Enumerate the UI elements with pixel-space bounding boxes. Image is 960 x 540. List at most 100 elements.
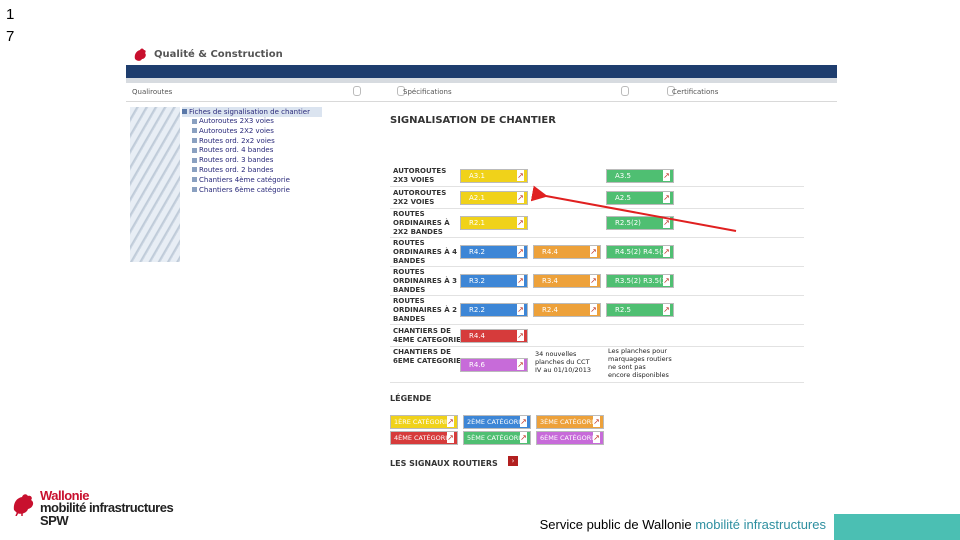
tree-item[interactable]: Chantiers 4ème catégorie — [192, 176, 322, 186]
square-bullet-icon — [182, 109, 187, 114]
legend-item[interactable]: 1ÈRE CATÉGORIE ↗ — [390, 415, 458, 429]
external-link-icon: ↗ — [663, 217, 670, 228]
table-row: AUTOROUTES 2X2 VOIES A2.1 ↗ A2.5 ↗ — [390, 187, 804, 209]
square-bullet-icon — [192, 167, 197, 173]
site-header: Qualité & Construction — [126, 45, 837, 65]
footer-accent-bar — [834, 514, 960, 540]
brand-spw: SPW — [40, 513, 69, 528]
external-link-icon: ↗ — [663, 275, 670, 286]
row-label: ROUTES ORDINAIRES À 2 BANDES — [393, 297, 458, 323]
plan-code: R2.5(2) — [615, 219, 641, 227]
plan-code: R4.4 — [542, 248, 558, 256]
tree-item[interactable]: Routes ord. 3 bandes — [192, 156, 322, 166]
plan-link-button[interactable]: R4.2 ↗ — [460, 245, 528, 259]
tree-item[interactable]: Autoroutes 2X2 voies — [192, 127, 322, 137]
legend-label: 6ÈME CATÉGORIE — [540, 434, 598, 442]
tree-root[interactable]: Fiches de signalisation de chantier — [182, 107, 322, 117]
legend-label: 1ÈRE CATÉGORIE — [394, 418, 451, 426]
tree-item[interactable]: Chantiers 6ème catégorie — [192, 186, 322, 196]
plan-code: R3.5(2) R3.5(3) — [615, 277, 670, 285]
external-link-icon: ↗ — [447, 432, 454, 443]
legend-item[interactable]: 5ÈME CATÉGORIE ↗ — [463, 431, 531, 445]
nav-divider-icon — [621, 86, 629, 96]
table-row: CHANTIERS DE 6EME CATEGORIE R4.6 ↗ — [390, 347, 804, 383]
plan-code: R4.6 — [469, 361, 485, 369]
plan-link-button[interactable]: R4.4 ↗ — [460, 329, 528, 343]
external-link-icon: ↗ — [593, 432, 600, 443]
site-nav: Qualiroutes Spécifications Certification… — [126, 83, 837, 102]
external-link-icon: ↗ — [590, 246, 597, 257]
plan-code: A2.1 — [469, 194, 485, 202]
plan-link-button[interactable]: R4.4 ↗ — [533, 245, 601, 259]
square-bullet-icon — [192, 128, 197, 134]
tree-item[interactable]: Autoroutes 2X3 voies — [192, 117, 322, 127]
rooster-icon — [13, 494, 34, 516]
external-link-icon: ↗ — [663, 304, 670, 315]
external-link-icon: ↗ — [517, 170, 524, 181]
plan-code: A2.5 — [615, 194, 631, 202]
external-link-icon: ↗ — [590, 304, 597, 315]
row-label: CHANTIERS DE 6EME CATEGORIE — [393, 348, 461, 365]
plan-link-button[interactable]: R2.5(2) ↗ — [606, 216, 674, 230]
external-link-icon: ↗ — [590, 275, 597, 286]
footer-text: Service public de Wallonie mobilité infr… — [539, 517, 826, 532]
nav-certifications[interactable]: Certifications — [672, 88, 718, 96]
square-bullet-icon — [192, 147, 197, 153]
external-link-icon: ↗ — [517, 217, 524, 228]
plan-code: A3.1 — [469, 172, 485, 180]
legend-item[interactable]: 4ÈME CATÉGORIE ↗ — [390, 431, 458, 445]
plan-link-button[interactable]: R3.2 ↗ — [460, 274, 528, 288]
nav-qualiroutes[interactable]: Qualiroutes — [132, 88, 172, 96]
external-link-icon: ↗ — [593, 416, 600, 427]
external-link-icon: ↗ — [517, 275, 524, 286]
tree-item[interactable]: Routes ord. 2x2 voies — [192, 137, 322, 147]
external-link-icon: ↗ — [517, 359, 524, 370]
row-label: ROUTES ORDINAIRES À 4 BANDES — [393, 239, 458, 265]
legend-label: 4ÈME CATÉGORIE — [394, 434, 452, 442]
plan-link-button[interactable]: R3.5(2) R3.5(3) ↗ — [606, 274, 674, 288]
plan-link-button[interactable]: R3.4 ↗ — [533, 274, 601, 288]
square-bullet-icon — [192, 138, 197, 144]
arrow-right-icon[interactable]: › — [508, 456, 518, 466]
table-row: ROUTES ORDINAIRES À 2 BANDES R2.2 ↗ R2.4 ↗ R2… — [390, 296, 804, 325]
tree-item[interactable]: Routes ord. 4 bandes — [192, 146, 322, 156]
legend-label: 5ÈME CATÉGORIE — [467, 434, 525, 442]
note-marking-plans: Les planches pour marquages routiers ne … — [608, 347, 672, 379]
external-link-icon: ↗ — [663, 246, 670, 257]
sidebar-tree: Fiches de signalisation de chantier Auto… — [182, 107, 322, 195]
external-link-icon: ↗ — [520, 416, 527, 427]
plan-link-button[interactable]: A3.5 ↗ — [606, 169, 674, 183]
table-row: ROUTES ORDINAIRES À 3 BANDES R3.2 ↗ R3.4 ↗ R3… — [390, 267, 804, 296]
plan-link-button[interactable]: R2.5 ↗ — [606, 303, 674, 317]
external-link-icon: ↗ — [517, 304, 524, 315]
legend-item[interactable]: 2ÈME CATÉGORIE ↗ — [463, 415, 531, 429]
plan-code: R2.5 — [615, 306, 631, 314]
square-bullet-icon — [192, 157, 197, 163]
legend-label: 2ÈME CATÉGORIE — [467, 418, 525, 426]
external-link-icon: ↗ — [663, 170, 670, 181]
square-bullet-icon — [192, 187, 197, 193]
signaux-link[interactable]: LES SIGNAUX ROUTIERS — [390, 459, 498, 468]
plan-link-button[interactable]: R4.6 ↗ — [460, 358, 528, 372]
row-label: AUTOROUTES 2X3 VOIES — [393, 167, 447, 184]
plan-link-button[interactable]: R2.4 ↗ — [533, 303, 601, 317]
legend-item[interactable]: 6ÈME CATÉGORIE ↗ — [536, 431, 604, 445]
legend-label: 3ÈME CATÉGORIE — [540, 418, 598, 426]
plan-link-button[interactable]: A3.1 ↗ — [460, 169, 528, 183]
legend-heading: LÉGENDE — [390, 394, 432, 403]
legend-item[interactable]: 3ÈME CATÉGORIE ↗ — [536, 415, 604, 429]
square-bullet-icon — [192, 177, 197, 183]
plan-link-button[interactable]: A2.1 ↗ — [460, 191, 528, 205]
slide-number: 1 7 — [6, 6, 15, 45]
plan-link-button[interactable]: R2.1 ↗ — [460, 216, 528, 230]
row-label: ROUTES ORDINAIRES À 3 BANDES — [393, 268, 458, 294]
plan-code: R4.2 — [469, 248, 485, 256]
plan-link-button[interactable]: R2.2 ↗ — [460, 303, 528, 317]
plan-code: A3.5 — [615, 172, 631, 180]
tree-item[interactable]: Routes ord. 2 bandes — [192, 166, 322, 176]
external-link-icon: ↗ — [517, 330, 524, 341]
plan-link-button[interactable]: R4.5(2) R4.5(3) ↗ — [606, 245, 674, 259]
plan-link-button[interactable]: A2.5 ↗ — [606, 191, 674, 205]
table-row: ROUTES ORDINAIRES À 4 BANDES R4.2 ↗ R4.4 ↗ R4… — [390, 238, 804, 267]
nav-specifications[interactable]: Spécifications — [403, 88, 452, 96]
